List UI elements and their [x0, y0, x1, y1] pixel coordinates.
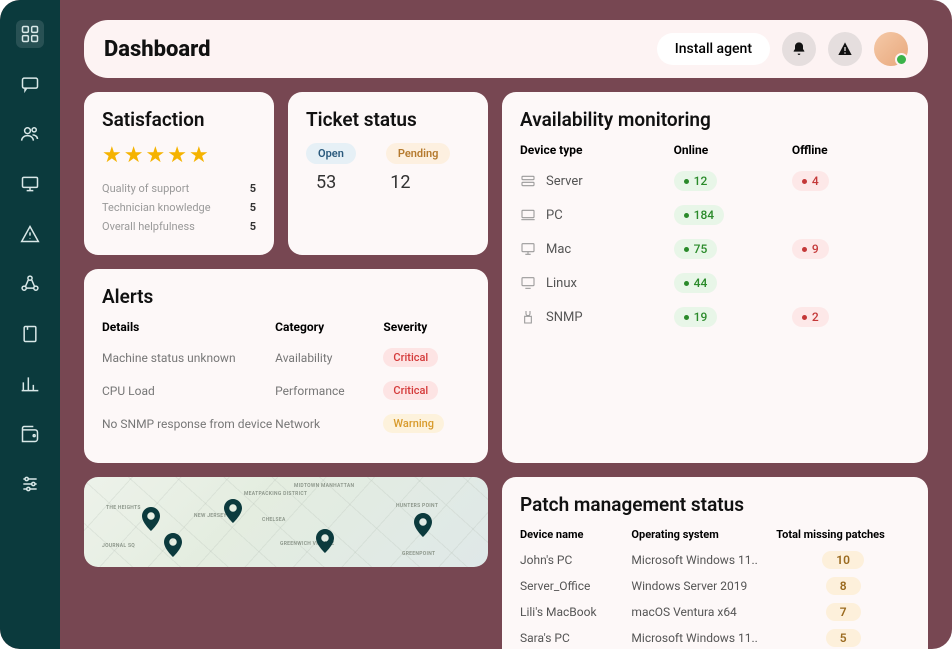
satisfaction-row: Quality of support5 — [102, 182, 256, 195]
col-severity: Severity — [383, 320, 470, 334]
satisfaction-card: Satisfaction ★★★★★ Quality of support5 T… — [84, 92, 274, 255]
sidebar-item-network[interactable] — [16, 270, 44, 298]
sidebar-item-alerts[interactable] — [16, 220, 44, 248]
online-badge: 44 — [674, 273, 718, 293]
snmp-icon — [520, 309, 536, 325]
col-device-name: Device name — [520, 528, 631, 541]
col-missing: Total missing patches — [776, 528, 910, 541]
patch-row[interactable]: Server_OfficeWindows Server 20198 — [520, 577, 910, 595]
sidebar-item-chat[interactable] — [16, 70, 44, 98]
missing-badge: 10 — [822, 551, 864, 569]
online-badge: 12 — [674, 171, 718, 191]
star-icon: ★ — [124, 143, 144, 168]
notifications-button[interactable] — [782, 32, 816, 66]
star-icon: ★ — [167, 143, 187, 168]
availability-row: SNMP 19 2 — [520, 307, 910, 327]
alert-row[interactable]: CPU Load Performance Critical — [102, 381, 470, 400]
pending-pill[interactable]: Pending — [386, 143, 451, 164]
star-icon: ★ — [189, 143, 209, 168]
ticket-title: Ticket status — [306, 108, 470, 131]
sidebar-item-settings[interactable] — [16, 470, 44, 498]
sidebar-item-users[interactable] — [16, 120, 44, 148]
open-count: 53 — [316, 172, 336, 193]
availability-row: PC 184 — [520, 205, 910, 225]
missing-badge: 7 — [826, 603, 861, 621]
sidebar — [0, 0, 60, 649]
missing-badge: 5 — [826, 629, 861, 647]
online-badge: 184 — [674, 205, 724, 225]
availability-title: Availability monitoring — [520, 108, 910, 131]
pc-icon — [520, 207, 536, 223]
warnings-button[interactable] — [828, 32, 862, 66]
open-pill[interactable]: Open — [306, 143, 356, 164]
col-os: Operating system — [631, 528, 776, 541]
missing-badge: 8 — [826, 577, 861, 595]
map-pin-icon[interactable] — [414, 513, 432, 537]
patch-row[interactable]: Sara's PCMicrosoft Windows 11..5 — [520, 629, 910, 647]
patch-row[interactable]: John's PCMicrosoft Windows 11..10 — [520, 551, 910, 569]
satisfaction-title: Satisfaction — [102, 108, 256, 131]
ticket-status-card: Ticket status Open Pending 53 12 — [288, 92, 488, 255]
col-details: Details — [102, 320, 275, 334]
severity-badge: Critical — [383, 381, 438, 400]
patch-management-card: Patch management status Device name Oper… — [502, 477, 928, 649]
availability-row: Mac 75 9 — [520, 239, 910, 259]
pending-count: 12 — [390, 172, 410, 193]
availability-row: Server 12 4 — [520, 171, 910, 191]
patch-title: Patch management status — [520, 493, 910, 516]
offline-badge: 9 — [792, 239, 829, 259]
offline-badge: 4 — [792, 171, 829, 191]
col-online: Online — [674, 143, 792, 157]
header: Dashboard Install agent — [84, 20, 928, 78]
availability-card: Availability monitoring Device type Onli… — [502, 92, 928, 463]
patch-row[interactable]: Lili's MacBookmacOS Ventura x647 — [520, 603, 910, 621]
linux-icon — [520, 275, 536, 291]
alert-row[interactable]: Machine status unknown Availability Crit… — [102, 348, 470, 367]
sidebar-item-billing[interactable] — [16, 420, 44, 448]
page-title: Dashboard — [104, 37, 211, 62]
star-icon: ★ — [145, 143, 165, 168]
sidebar-item-reports[interactable] — [16, 370, 44, 398]
main-content: Dashboard Install agent Satisfaction ★★★… — [60, 0, 952, 649]
col-category: Category — [275, 320, 383, 334]
col-device-type: Device type — [520, 143, 674, 157]
satisfaction-row: Overall helpfulness5 — [102, 220, 256, 233]
install-agent-button[interactable]: Install agent — [657, 33, 770, 65]
alerts-card: Alerts Details Category Severity Machine… — [84, 269, 488, 463]
online-badge: 19 — [674, 307, 718, 327]
availability-row: Linux 44 — [520, 273, 910, 293]
sidebar-item-docs[interactable] — [16, 320, 44, 348]
satisfaction-row: Technician knowledge5 — [102, 201, 256, 214]
star-rating: ★★★★★ — [102, 143, 256, 168]
col-offline: Offline — [792, 143, 910, 157]
offline-badge: 2 — [792, 307, 829, 327]
sidebar-item-monitor[interactable] — [16, 170, 44, 198]
online-badge: 75 — [674, 239, 718, 259]
sidebar-item-dashboard[interactable] — [16, 20, 44, 48]
alerts-title: Alerts — [102, 285, 470, 308]
map-pin-icon[interactable] — [164, 533, 182, 557]
alert-row[interactable]: No SNMP response from device Network War… — [102, 414, 470, 433]
map-card[interactable]: THE HEIGHTS JOURNAL SQ NEW JERSEY CHELSE… — [84, 477, 488, 567]
server-icon — [520, 173, 536, 189]
severity-badge: Warning — [383, 414, 444, 433]
mac-icon — [520, 241, 536, 257]
severity-badge: Critical — [383, 348, 438, 367]
map-pin-icon[interactable] — [224, 499, 242, 523]
map-pin-icon[interactable] — [142, 507, 160, 531]
map-pin-icon[interactable] — [316, 529, 334, 553]
star-icon: ★ — [102, 143, 122, 168]
avatar[interactable] — [874, 32, 908, 66]
